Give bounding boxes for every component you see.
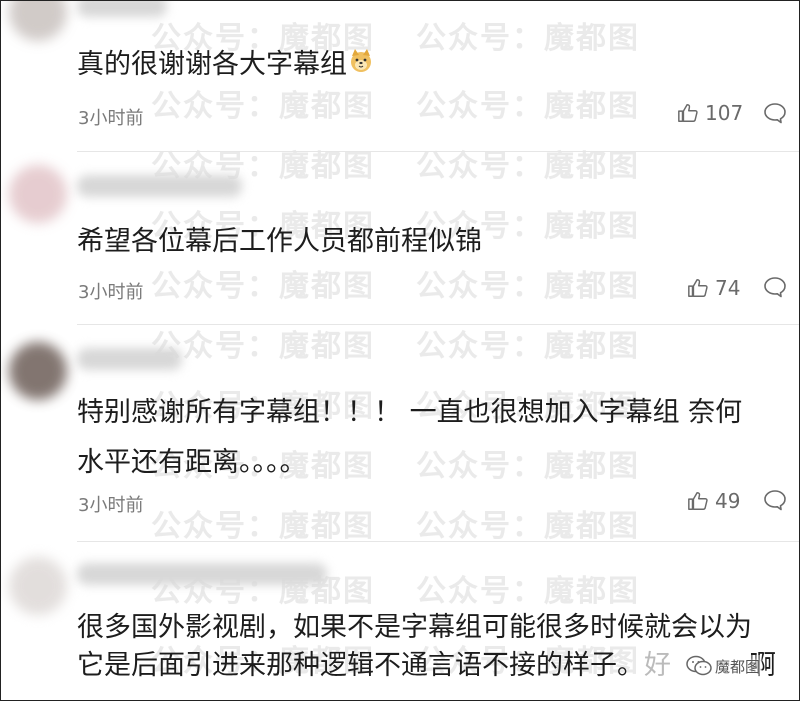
comment-bubble-icon <box>764 490 786 511</box>
like-count: 107 <box>705 101 744 125</box>
reply-button[interactable] <box>763 276 787 302</box>
like-button[interactable]: 107 <box>677 101 743 125</box>
comment-text-line: 水平还有距离。。。。 <box>77 447 307 478</box>
thumbs-up-icon <box>688 279 708 297</box>
like-button[interactable]: 74 <box>687 276 740 300</box>
comment-bubble-icon <box>764 277 786 298</box>
username-blurred[interactable] <box>77 1 167 17</box>
comment-bubble-icon <box>764 103 786 124</box>
avatar[interactable] <box>9 165 67 223</box>
avatar[interactable] <box>9 342 67 400</box>
comment-time: 3小时前 <box>78 495 144 516</box>
comment-text-line: 特别感谢所有字幕组！！！ 一直也很想加入字幕组 奈何 <box>77 397 743 428</box>
reply-button[interactable] <box>763 102 787 128</box>
comment-text: 真的很谢谢各大字幕组 <box>77 46 373 85</box>
like-count: 49 <box>715 489 741 513</box>
username-blurred[interactable] <box>77 563 327 585</box>
comment-item: 真的很谢谢各大字幕组 3小时前 107 <box>1 1 799 151</box>
thumbs-up-icon <box>678 104 698 122</box>
thumbs-up-icon <box>688 492 708 510</box>
comment-item: 希望各位幕后工作人员都前程似锦 3小时前 74 <box>1 151 799 326</box>
comment-text: 希望各位幕后工作人员都前程似锦 <box>77 226 482 257</box>
comment-time: 3小时前 <box>78 108 144 129</box>
reply-button[interactable] <box>763 489 787 515</box>
wechat-icon <box>686 655 712 676</box>
like-count: 74 <box>715 276 741 300</box>
comment-item: 很多国外影视剧，如果不是字幕组可能很多时候就会以为 它是后面引进来那种逻辑不通言… <box>1 541 799 700</box>
username-blurred[interactable] <box>77 348 182 370</box>
smiling-dog-emoji-icon <box>349 47 373 85</box>
source-badge: 魔都图 <box>684 655 763 677</box>
comment-text-line: 很多国外影视剧，如果不是字幕组可能很多时候就会以为 <box>77 612 752 643</box>
comment-time: 3小时前 <box>78 282 144 303</box>
like-button[interactable]: 49 <box>687 489 740 513</box>
username-blurred[interactable] <box>77 175 242 197</box>
avatar[interactable] <box>9 557 67 615</box>
source-badge-label: 魔都图 <box>715 657 761 676</box>
comment-text-line: 它是后面引进来那种逻辑不通言语不接的样子。好啊 <box>77 650 776 681</box>
comment-item: 特别感谢所有字幕组！！！ 一直也很想加入字幕组 奈何 水平还有距离。。。。 3小… <box>1 324 799 542</box>
avatar[interactable] <box>9 1 67 41</box>
comment-list: 公众号：魔都图 公众号：魔都图 公众号：魔都图 公众号：魔都图 公众号：魔都图 … <box>0 0 800 701</box>
